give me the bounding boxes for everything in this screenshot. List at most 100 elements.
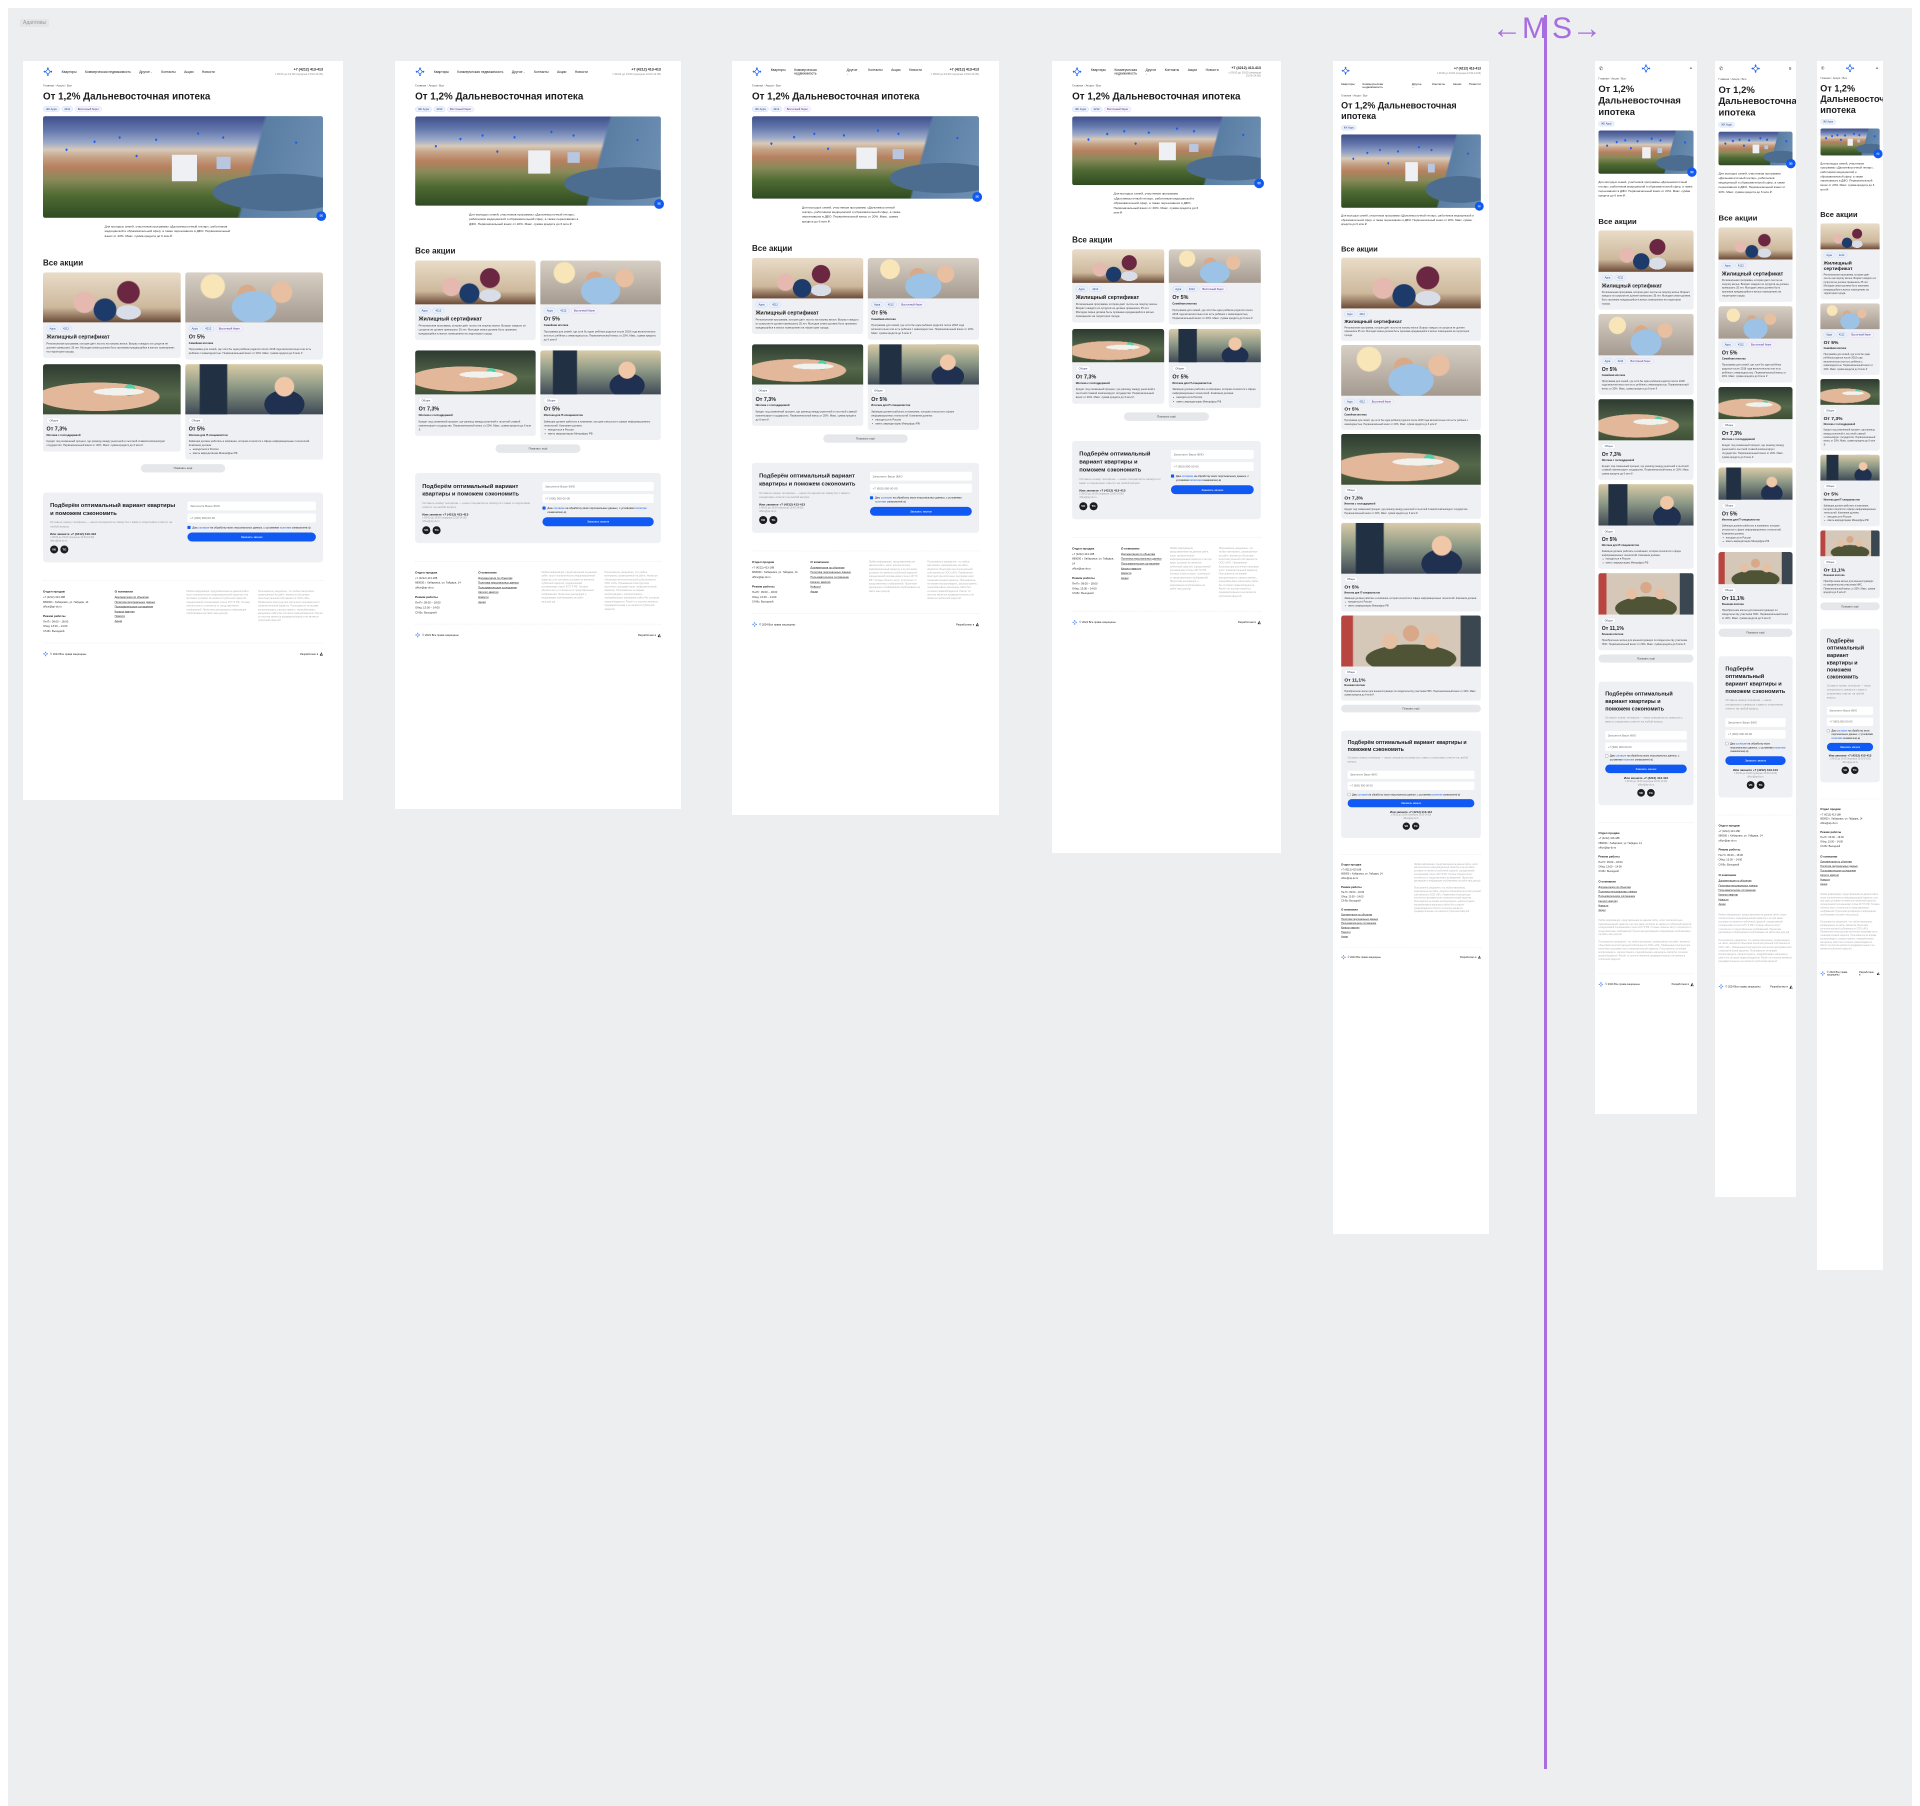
form-email[interactable]: office@ap-dv.ru	[1348, 817, 1475, 820]
map-pin-icon[interactable]	[196, 131, 200, 136]
map-pin-icon[interactable]	[1378, 148, 1382, 152]
breadcrumb-item[interactable]: Главная	[1341, 94, 1351, 97]
tag[interactable]: Общее	[543, 397, 559, 404]
telegram-icon[interactable]: TG	[1851, 766, 1859, 774]
promo-card[interactable]: Общее От 7,3% Ипотека с господдержкой Креди…	[1072, 328, 1165, 404]
footer-logo-icon[interactable]	[1718, 984, 1724, 990]
map-pin-icon[interactable]	[635, 138, 640, 142]
breadcrumb-item[interactable]: Все	[1742, 77, 1747, 80]
name-input[interactable]	[1170, 449, 1254, 459]
map-pin-icon[interactable]	[1133, 142, 1138, 146]
logo-icon[interactable]	[1845, 64, 1855, 73]
promo-card[interactable]: Общее От 5% Ипотека для IT-специалистов Заё…	[1820, 454, 1880, 527]
developer-credit[interactable]: Разработано в	[956, 623, 974, 626]
tag[interactable]: 4212	[432, 307, 445, 314]
tag[interactable]: Аура	[1823, 252, 1835, 258]
nav-item[interactable]: Новости	[1206, 68, 1219, 76]
vk-icon[interactable]: VK	[1637, 789, 1645, 797]
menu-icon[interactable]: ≡	[1689, 66, 1694, 71]
map-pin-icon[interactable]	[1175, 126, 1179, 131]
consent-checkbox[interactable]	[1605, 754, 1609, 758]
map-pin-icon[interactable]	[1747, 138, 1751, 142]
phone-icon[interactable]: ✆	[1598, 66, 1603, 71]
map-pin-icon[interactable]	[1629, 146, 1633, 150]
map-pin-icon[interactable]	[1731, 139, 1735, 143]
tag[interactable]: 4212	[557, 307, 570, 314]
telegram-icon[interactable]: TG	[1412, 822, 1420, 830]
tag[interactable]: Аура	[46, 325, 59, 332]
header-phone[interactable]: +7 (4212) 413-413	[1228, 66, 1261, 70]
form-email[interactable]: office@ap-dv.ru	[1605, 783, 1687, 787]
tag[interactable]: Аура	[1601, 358, 1614, 364]
promo-card[interactable]: Аура 4212 Восточный берег От 5% Семейная ипо…	[540, 260, 661, 346]
tag[interactable]: 4212	[1089, 286, 1102, 292]
map-pin-icon[interactable]	[1873, 134, 1877, 138]
map-pin-icon[interactable]	[1241, 133, 1245, 137]
chat-button-icon[interactable]: ✉	[1873, 149, 1883, 159]
map-pin-icon[interactable]	[1386, 161, 1390, 165]
consent-link[interactable]: политики	[635, 506, 646, 509]
promo-card[interactable]: Аура 4212 Жилищный сертификат Региональная …	[1341, 257, 1481, 341]
phone-input[interactable]	[869, 483, 972, 493]
developer-credit[interactable]: Разработано в	[300, 652, 318, 655]
tag[interactable]: Аура	[188, 325, 201, 332]
promo-card[interactable]: Общее От 11,1% Военная ипотека Приобретение…	[1718, 551, 1793, 625]
map-pin-icon[interactable]	[118, 135, 122, 140]
map-pin-icon[interactable]	[1765, 138, 1769, 142]
nav-item[interactable]: Квартиры	[1091, 68, 1106, 76]
consent-link[interactable]: согласие	[1616, 754, 1627, 757]
breadcrumb-item[interactable]: Главная	[1598, 77, 1609, 80]
tag[interactable]: Общее	[1601, 443, 1616, 449]
form-email[interactable]: office@ap-dv.ru	[1079, 496, 1162, 500]
consent-checkbox[interactable]	[542, 506, 546, 510]
show-more-button[interactable]: Показать ещё	[495, 444, 581, 453]
developer-credit[interactable]: Разработано в	[1672, 983, 1689, 986]
phone-icon[interactable]: ✆	[1718, 66, 1723, 71]
tag[interactable]: 4212	[770, 106, 783, 112]
logo-icon[interactable]	[1341, 66, 1350, 75]
tag[interactable]: Восточный берег	[1199, 286, 1227, 292]
form-email[interactable]: office@ap-dv.ru	[1725, 775, 1785, 779]
map-pin-icon[interactable]	[458, 137, 463, 141]
map-pin-icon[interactable]	[549, 130, 553, 134]
tag[interactable]: 4212	[1836, 332, 1848, 338]
promo-card[interactable]: Аура 4212 Жилищный сертификат Региональная …	[1718, 227, 1793, 302]
tag[interactable]: Общее	[1601, 617, 1616, 624]
show-more-button[interactable]: Показать ещё	[1598, 654, 1694, 663]
nav-item[interactable]: Новости	[575, 70, 588, 74]
map-pin-icon[interactable]	[221, 135, 225, 140]
map-pin-icon[interactable]	[1105, 132, 1109, 136]
nav-item[interactable]: Коммерческая недвижимость	[1114, 68, 1137, 76]
tag[interactable]: Восточный берег	[1627, 358, 1654, 364]
consent-link[interactable]: политики	[1774, 746, 1785, 749]
submit-button[interactable]: Заказать звонок	[187, 532, 316, 542]
consent-link[interactable]: согласие	[1182, 475, 1193, 478]
promo-card[interactable]: Общее От 7,3% Ипотека с господдержкой Креди…	[752, 344, 864, 426]
tag[interactable]: Аура	[1823, 332, 1835, 338]
footer-link[interactable]: Акции	[1121, 576, 1163, 581]
consent-link[interactable]: политики	[1432, 793, 1442, 796]
breadcrumb-item[interactable]: Акции	[1731, 77, 1739, 80]
nav-item[interactable]: Контакты	[1165, 68, 1179, 76]
name-input[interactable]	[1605, 731, 1687, 740]
nav-item[interactable]: Контакты	[868, 68, 882, 76]
nav-item[interactable]: Другое	[1412, 82, 1424, 89]
nav-item[interactable]: Контакты	[1432, 82, 1445, 89]
nav-item[interactable]: Коммерческая недвижимость	[85, 70, 131, 74]
consent-link[interactable]: согласие	[198, 526, 209, 529]
map-pin-icon[interactable]	[434, 144, 438, 148]
promo-card[interactable]: Аура 4212 Жилищный сертификат Региональная …	[1820, 223, 1880, 300]
tag[interactable]: Восточный берег	[1748, 341, 1775, 348]
tag[interactable]: 4212	[60, 325, 72, 332]
map-pin-icon[interactable]	[1636, 139, 1640, 143]
breadcrumb-item[interactable]: Все	[1621, 77, 1626, 80]
map-pin-icon[interactable]	[1122, 129, 1126, 133]
tag[interactable]: 4212	[769, 301, 781, 308]
map-pin-icon[interactable]	[571, 133, 576, 137]
map-pin-icon[interactable]	[1738, 138, 1742, 142]
breadcrumb-item[interactable]: Все	[776, 84, 781, 87]
promo-card[interactable]: Аура 4212 Восточный берег От 5% Семейная ипо…	[185, 272, 323, 360]
tag[interactable]: 4212	[1185, 286, 1198, 292]
map-pin-icon[interactable]	[876, 128, 880, 133]
map-pin-icon[interactable]	[1417, 145, 1421, 149]
